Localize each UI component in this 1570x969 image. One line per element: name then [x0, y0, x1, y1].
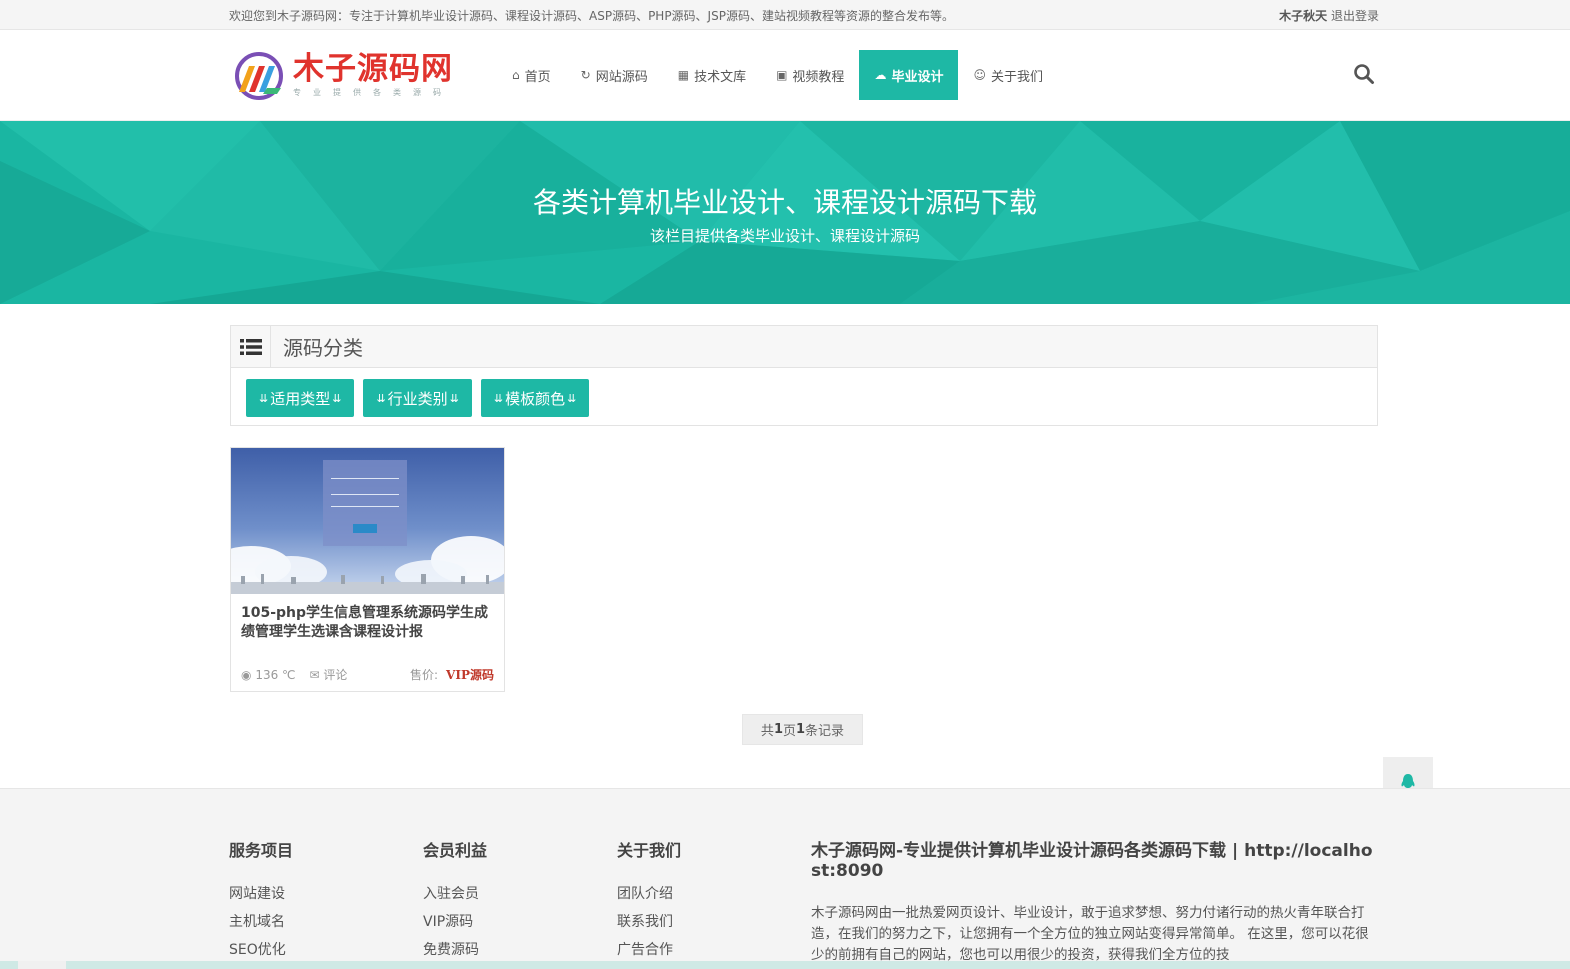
nav-item-home[interactable]: ⌂ 首页 — [497, 50, 566, 100]
nav-item-video-tutorial[interactable]: ▣ 视频教程 — [761, 50, 859, 100]
product-card[interactable]: 105-php学生信息管理系统源码学生成绩管理学生选课含课程设计报 ◉ 136 … — [230, 447, 505, 692]
nav-item-about-us[interactable]: ☺ 关于我们 — [958, 50, 1058, 100]
welcome-text: 欢迎您到木子源码网：专注于计算机毕业设计源码、课程设计源码、ASP源码、PHP源… — [229, 8, 954, 23]
chevron-double-down-icon: ⇊ — [567, 391, 577, 405]
filter-label: 适用类型 — [270, 389, 331, 408]
smile-icon: ☺ — [973, 68, 986, 82]
filter-button-industry[interactable]: ⇊ 行业类别 ⇊ — [363, 379, 472, 417]
source-category-panel: 源码分类 ⇊ 适用类型 ⇊ ⇊ 行业类别 ⇊ ⇊ 模板颜色 ⇊ — [230, 325, 1378, 426]
category-header: 源码分类 — [231, 325, 1377, 368]
footer-link[interactable]: 入驻会员 — [423, 883, 487, 911]
footer-about: 木子源码网-专业提供计算机毕业设计源码各类源码下载 | http://local… — [811, 841, 1377, 966]
footer-link[interactable]: VIP源码 — [423, 911, 487, 939]
footer-column-title: 会员利益 — [423, 841, 488, 860]
logout-link[interactable]: 退出登录 — [1331, 9, 1379, 23]
bottom-strip-segment — [18, 961, 66, 969]
login-screenshot-image — [231, 448, 504, 594]
nav-item-website-source[interactable]: ↻ 网站源码 — [566, 50, 663, 100]
list-icon — [231, 325, 271, 368]
product-meta: ◉ 136 ℃ ✉ 评论 售价: VIP源码 — [241, 666, 494, 683]
chevron-double-down-icon: ⇊ — [376, 391, 386, 405]
filter-button-template-color[interactable]: ⇊ 模板颜色 ⇊ — [480, 379, 590, 417]
chevron-double-down-icon: ⇊ — [259, 391, 269, 405]
refresh-icon: ↻ — [580, 68, 591, 82]
footer-column-services: 服务项目 网站建设 主机域名 SEO优化 — [229, 837, 293, 967]
site-header: 木子源码网 专业提供各类源码 ⌂ 首页 ↻ 网站源码 ▦ 技术文库 ▣ 视频教程 — [0, 30, 1570, 121]
footer-column-title: 关于我们 — [617, 841, 682, 860]
footer-link[interactable]: 团队介绍 — [617, 883, 681, 911]
document-icon: ▦ — [677, 68, 690, 82]
footer-column-member: 会员利益 入驻会员 VIP源码 免费源码 — [423, 837, 487, 967]
category-filters: ⇊ 适用类型 ⇊ ⇊ 行业类别 ⇊ ⇊ 模板颜色 ⇊ — [231, 368, 1377, 417]
nav-item-label: 关于我们 — [990, 69, 1043, 85]
category-banner: 各类计算机毕业设计、课程设计源码下载 该栏目提供各类毕业设计、课程设计源码 — [0, 121, 1570, 304]
logo-mark-icon — [235, 52, 283, 100]
comment-icon: ✉ — [309, 668, 320, 682]
filter-label: 行业类别 — [387, 389, 448, 408]
product-thumbnail[interactable] — [231, 448, 504, 594]
eye-icon: ◉ — [241, 667, 252, 682]
bottom-scroll-strip — [0, 961, 1570, 969]
pager-records: 1 — [796, 722, 806, 737]
banner-subtitle: 该栏目提供各类毕业设计、课程设计源码 — [649, 227, 920, 245]
pager-prefix: 共 — [760, 724, 774, 739]
price-value: VIP源码 — [446, 668, 494, 682]
nav-item-label: 毕业设计 — [891, 69, 944, 85]
product-title[interactable]: 105-php学生信息管理系统源码学生成绩管理学生选课含课程设计报 — [231, 594, 504, 650]
views-value: 136 ℃ — [255, 667, 296, 682]
logo-subtitle: 专业提供各类源码 — [293, 88, 453, 97]
footer-link[interactable]: 联系我们 — [617, 911, 681, 939]
category-title: 源码分类 — [283, 336, 363, 360]
pager-suffix: 条记录 — [805, 724, 845, 739]
nav-item-label: 首页 — [524, 69, 551, 85]
user-area: 木子秋天 退出登录 — [1279, 7, 1379, 24]
nav-item-tech-library[interactable]: ▦ 技术文库 — [663, 50, 761, 100]
site-footer: 服务项目 网站建设 主机域名 SEO优化 会员利益 入驻会员 VIP源码 免费源… — [0, 788, 1570, 969]
nav-item-label: 技术文库 — [694, 69, 747, 85]
top-bar: 欢迎您到木子源码网：专注于计算机毕业设计源码、课程设计源码、ASP源码、PHP源… — [0, 0, 1570, 30]
logo-title: 木子源码网 — [293, 51, 453, 87]
pager-pages: 1 — [773, 722, 783, 737]
nav-item-label: 视频教程 — [792, 69, 845, 85]
search-icon[interactable] — [1353, 63, 1375, 85]
chevron-double-down-icon: ⇊ — [332, 391, 342, 405]
filter-label: 模板颜色 — [505, 389, 566, 408]
footer-link[interactable]: 网站建设 — [229, 883, 293, 911]
footer-column-title: 服务项目 — [229, 841, 294, 860]
banner-title: 各类计算机毕业设计、课程设计源码下载 — [532, 186, 1037, 219]
footer-about-text: 木子源码网由一批热爱网页设计、毕业设计，敢于追求梦想、努力付诸行动的热火青年联合… — [811, 905, 1369, 963]
chevron-double-down-icon: ⇊ — [493, 391, 504, 405]
footer-link[interactable]: 主机域名 — [229, 911, 293, 939]
filter-button-applicable-type[interactable]: ⇊ 适用类型 ⇊ — [246, 379, 355, 417]
chevron-double-down-icon: ⇊ — [449, 391, 459, 405]
price-label: 售价: — [410, 668, 439, 682]
username-link[interactable]: 木子秋天 — [1279, 9, 1327, 23]
main-nav: ⌂ 首页 ↻ 网站源码 ▦ 技术文库 ▣ 视频教程 ☁ 毕业设计 ☺ 关于我们 — [497, 50, 1058, 100]
footer-column-about: 关于我们 团队介绍 联系我们 广告合作 — [617, 837, 681, 967]
home-icon: ⌂ — [512, 68, 520, 82]
film-icon: ▣ — [776, 68, 788, 82]
site-logo[interactable]: 木子源码网 专业提供各类源码 — [229, 45, 491, 105]
views-count: ◉ 136 ℃ — [241, 668, 296, 682]
nav-item-graduation-design[interactable]: ☁ 毕业设计 — [859, 50, 959, 100]
cloud-download-icon: ☁ — [874, 68, 887, 82]
nav-item-label: 网站源码 — [595, 69, 648, 85]
comments-link[interactable]: ✉ 评论 — [310, 666, 348, 683]
footer-about-title: 木子源码网-专业提供计算机毕业设计源码各类源码下载 | http://local… — [811, 841, 1373, 881]
comments-label: 评论 — [323, 668, 348, 682]
pagination-summary: 共 1 页 1 条记录 — [742, 714, 863, 745]
pager-mid: 页 — [782, 724, 796, 739]
